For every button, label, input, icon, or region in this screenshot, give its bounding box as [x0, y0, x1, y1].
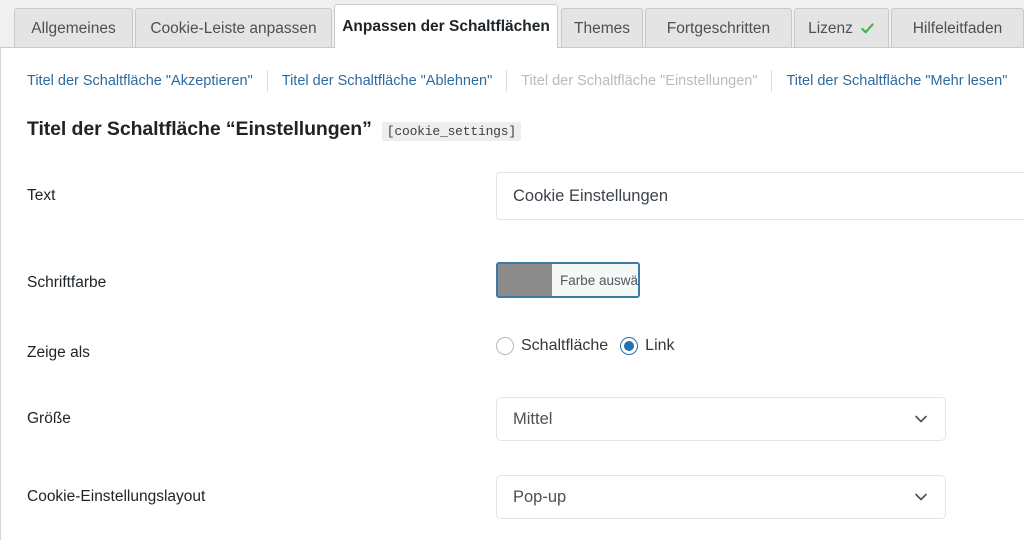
form-row-size: Größe Mittel	[1, 381, 1024, 455]
tab-label: Fortgeschritten	[666, 19, 771, 37]
radio-display-as-0[interactable]: Schaltfläche	[496, 337, 616, 355]
radio-selected-icon[interactable]	[620, 337, 639, 355]
label-font-color: Schriftfarbe	[27, 274, 107, 291]
tab-label: Cookie-Leiste anpassen	[150, 19, 317, 37]
tab-6[interactable]: Hilfeleitfaden	[891, 8, 1024, 48]
chevron-down-icon	[913, 489, 929, 505]
chevron-down-icon	[913, 411, 929, 427]
label-settings-layout: Cookie-Einstellungslayout	[27, 488, 206, 505]
size-select[interactable]: Mittel	[496, 397, 946, 441]
form-row-settings-layout: Cookie-Einstellungslayout Pop-up	[1, 455, 1024, 535]
content-panel: Titel der Schaltfläche "Akzeptieren" Tite…	[0, 47, 1024, 540]
radio-unselected-icon[interactable]	[496, 337, 514, 355]
tab-1[interactable]: Cookie-Leiste anpassen	[135, 8, 332, 48]
subnav-link-2: Titel der Schaltfläche "Einstellungen"	[521, 73, 758, 89]
tab-label: Lizenz	[808, 19, 853, 37]
form-row-display-as: Zeige als Schaltfläche Link	[1, 313, 1024, 381]
settings-layout-select[interactable]: Pop-up	[496, 475, 946, 519]
radio-label: Schaltfläche	[521, 337, 609, 354]
form-row-font-color: Schriftfarbe Farbe auswählen	[1, 238, 1024, 313]
size-select-value: Mittel	[513, 409, 553, 428]
radio-group-display-as: Schaltfläche Link	[496, 337, 683, 355]
sub-navigation: Titel der Schaltfläche "Akzeptieren" Tite…	[1, 70, 1021, 92]
label-display-as: Zeige als	[27, 344, 90, 361]
settings-page: Allgemeines Cookie-Leiste anpassen Anpasse…	[0, 0, 1024, 540]
color-picker-label: Farbe auswählen	[552, 264, 638, 296]
label-size: Größe	[27, 410, 71, 427]
shortcode-badge: [cookie_settings]	[381, 122, 521, 141]
tab-3[interactable]: Themes	[561, 8, 643, 48]
text-input[interactable]	[496, 172, 1024, 220]
page-title: Titel der Schaltfläche “Einstellungen”	[27, 118, 372, 140]
check-icon	[860, 21, 875, 36]
label-text: Text	[27, 187, 56, 204]
subnav-link-3[interactable]: Titel der Schaltfläche "Mehr lesen"	[772, 71, 1021, 91]
tab-bar: Allgemeines Cookie-Leiste anpassen Anpasse…	[0, 0, 1024, 48]
color-swatch	[498, 264, 552, 296]
tab-0[interactable]: Allgemeines	[14, 8, 133, 48]
tab-label: Allgemeines	[31, 19, 116, 37]
settings-form: Text Schriftfarbe Farbe auswählen Zeige …	[1, 158, 1024, 535]
settings-layout-select-value: Pop-up	[513, 487, 567, 506]
color-picker-button[interactable]: Farbe auswählen	[496, 262, 640, 298]
tab-2[interactable]: Anpassen der Schaltflächen	[334, 4, 558, 48]
tab-4[interactable]: Fortgeschritten	[645, 8, 792, 48]
form-row-text: Text	[1, 158, 1024, 238]
subnav-link-0[interactable]: Titel der Schaltfläche "Akzeptieren"	[1, 71, 267, 91]
radio-label: Link	[645, 337, 675, 354]
radio-display-as-1[interactable]: Link	[620, 337, 682, 355]
tab-label: Anpassen der Schaltflächen	[342, 17, 550, 35]
tab-label: Hilfeleitfaden	[912, 19, 1003, 37]
tab-label: Themes	[574, 19, 630, 37]
subnav-link-1[interactable]: Titel der Schaltfläche "Ablehnen"	[268, 71, 506, 91]
tab-5[interactable]: Lizenz	[794, 8, 889, 48]
page-title-row: Titel der Schaltfläche “Einstellungen” […	[27, 118, 521, 141]
